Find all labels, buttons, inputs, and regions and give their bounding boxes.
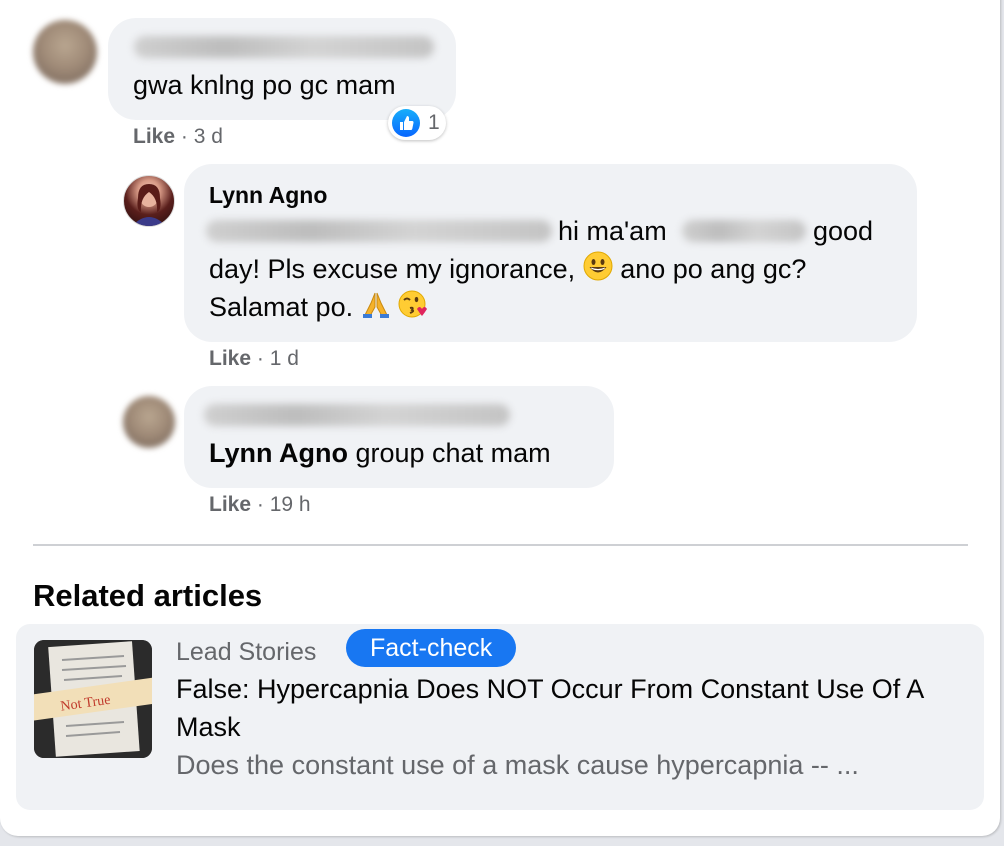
related-article-card[interactable]: Not True Lead Stories Fact-check False: …: [16, 624, 984, 810]
grinning-face-icon: [583, 251, 613, 291]
commenter-name-redacted[interactable]: [134, 36, 434, 58]
comment-time[interactable]: 1 d: [270, 347, 299, 370]
article-thumbnail[interactable]: Not True: [34, 640, 152, 758]
section-divider: [33, 544, 968, 546]
meta-separator: ·: [256, 347, 264, 370]
article-source: Lead Stories: [176, 638, 317, 666]
related-articles-heading: Related articles: [33, 578, 263, 613]
mention-link[interactable]: Lynn Agno: [209, 438, 348, 468]
comment-text-line2: day! Pls excuse my ignorance, ano po ang…: [209, 250, 806, 291]
like-link[interactable]: Like: [133, 125, 175, 148]
like-link[interactable]: Like: [209, 493, 251, 516]
face-blowing-kiss-icon: [398, 289, 430, 329]
fact-check-badge: Fact-check: [346, 629, 517, 667]
commenter-avatar-blurred[interactable]: [33, 20, 97, 84]
mention-redacted[interactable]: [206, 220, 552, 242]
comment-text-line3: Salamat po.: [209, 288, 430, 329]
reaction-count: 1: [428, 111, 440, 134]
article-description: Does the constant use of a mask cause hy…: [176, 750, 859, 780]
article-title[interactable]: False: Hypercapnia Does NOT Occur From C…: [176, 670, 966, 746]
reaction-summary[interactable]: 1: [388, 106, 446, 140]
comment-time[interactable]: 3 d: [194, 125, 223, 148]
like-link[interactable]: Like: [209, 347, 251, 370]
comment-author[interactable]: Lynn Agno: [209, 182, 327, 209]
comment-time[interactable]: 19 h: [270, 493, 311, 516]
commenter-avatar-blurred[interactable]: [123, 396, 175, 448]
lynn-agno-avatar[interactable]: [123, 175, 175, 227]
comments-panel: gwa knlng po gc mam 1 Like · 3 d Lynn Ag…: [0, 0, 1000, 836]
mention-redacted[interactable]: [682, 220, 806, 242]
meta-separator: ·: [180, 125, 188, 148]
comment-bubble: gwa knlng po gc mam: [108, 18, 456, 120]
comment-meta: Like · 1 d: [209, 347, 299, 371]
folded-hands-icon: [361, 289, 391, 329]
comment-text: Lynn Agno group chat mam: [209, 438, 551, 468]
comment-meta: Like · 3 d: [133, 125, 223, 149]
commenter-name-redacted[interactable]: [204, 404, 510, 426]
meta-separator: ·: [256, 493, 264, 516]
comment-text-line1: hi ma'am: [558, 216, 667, 246]
comment-meta: Like · 19 h: [209, 493, 311, 517]
comment-text-line1-end: good: [813, 216, 874, 246]
comment-bubble: Lynn Agno group chat mam: [184, 386, 614, 488]
thumbs-up-icon: [392, 109, 420, 137]
comment-bubble: Lynn Agno hi ma'am good day! Pls excuse …: [184, 164, 917, 342]
comment-text: gwa knlng po gc mam: [133, 70, 396, 100]
